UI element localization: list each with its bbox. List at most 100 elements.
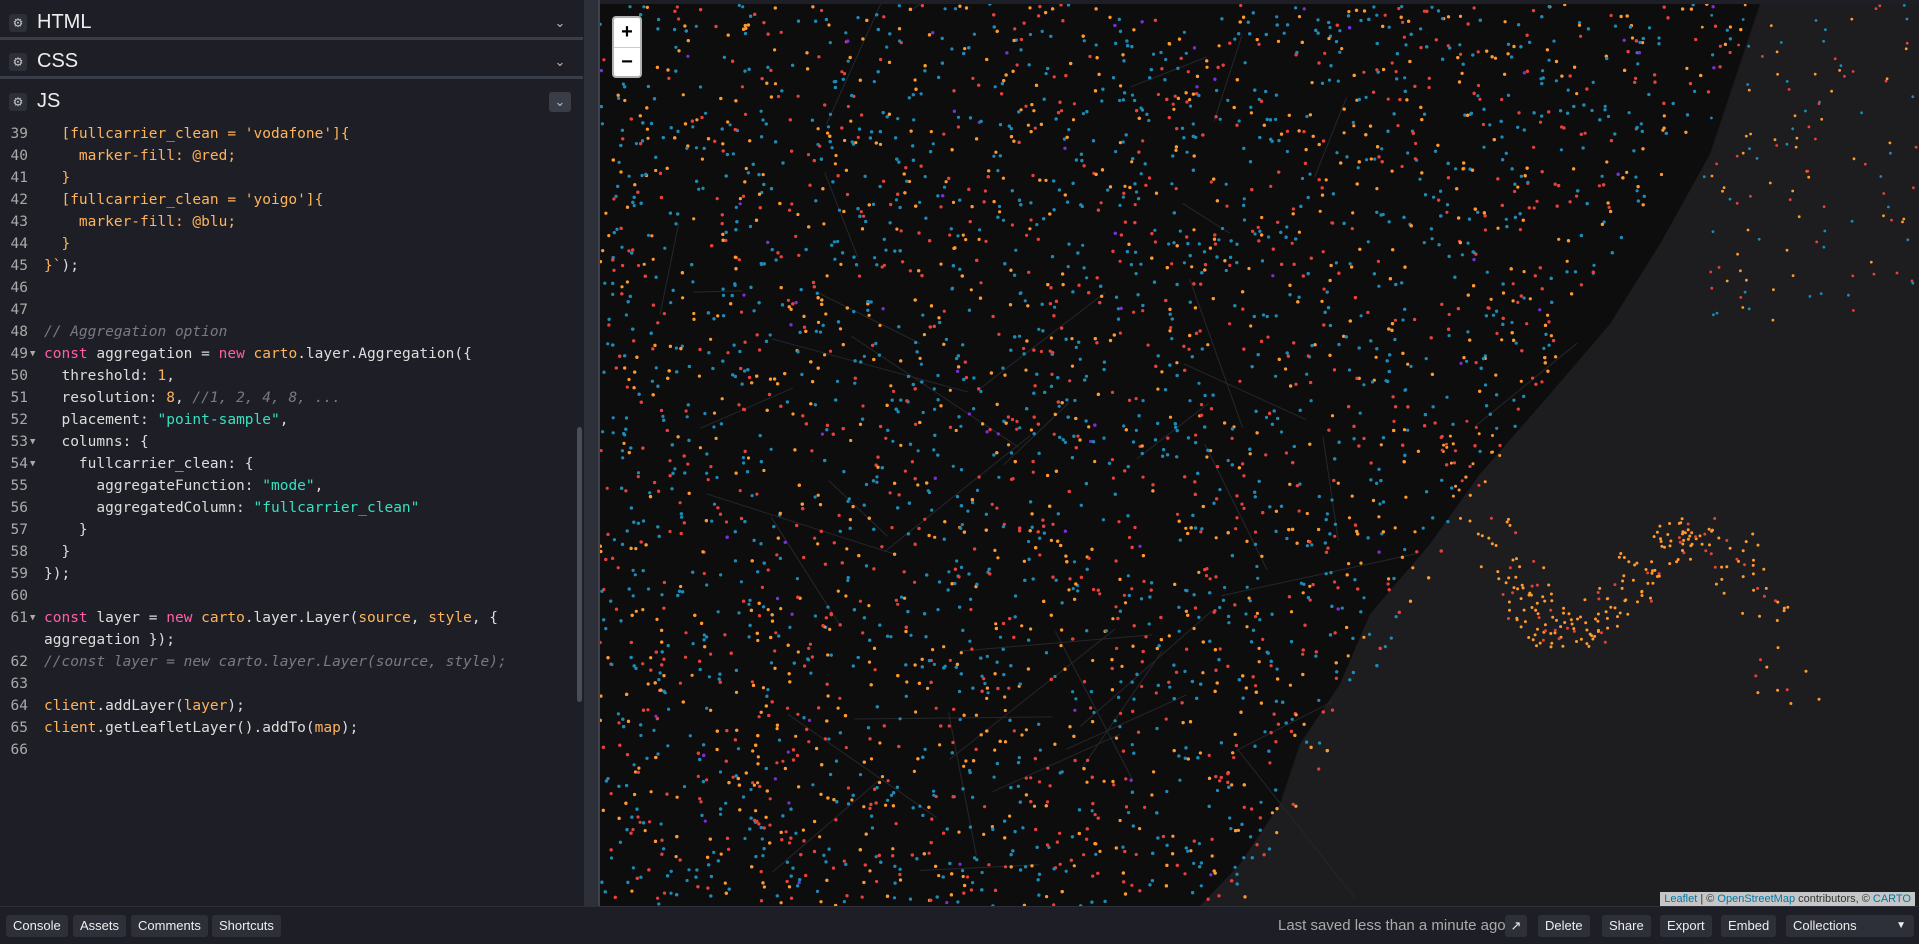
map-dot [1135,853,1138,856]
map-dot [1440,479,1443,482]
resize-handle[interactable] [584,0,600,906]
map-dot [1053,743,1056,746]
code-line[interactable]: 64client.addLayer(layer); [0,695,576,717]
fold-arrow-icon[interactable]: ▼ [30,607,35,629]
code-line[interactable]: 55 aggregateFunction: "mode", [0,475,576,497]
map-dot [1050,385,1053,388]
map-dot [1233,304,1236,307]
map-dot [660,839,663,842]
gear-icon[interactable]: ⚙ [9,93,27,111]
map-dot [1294,805,1297,808]
map-dot [1285,225,1288,228]
map-dot [1216,681,1219,684]
map-dot [1401,21,1404,24]
code-line[interactable]: 53▼ columns: { [0,431,576,453]
code-line[interactable]: 40 marker-fill: @red; [0,145,576,167]
code-line[interactable]: 56 aggregatedColumn: "fullcarrier_clean" [0,497,576,519]
map-dot [1122,192,1125,195]
code-line[interactable]: 63 [0,673,576,695]
gear-icon[interactable]: ⚙ [9,14,27,32]
chevron-down-icon[interactable]: ⌄ [549,52,571,72]
map-dot [838,209,841,212]
map-dot [1230,239,1233,242]
map-dot [936,374,939,377]
map-dot [843,139,846,142]
code-line[interactable]: 60 [0,585,576,607]
map-dot [964,759,967,762]
map-dot [1073,864,1076,867]
code-line[interactable]: 51 resolution: 8, //1, 2, 4, 8, ... [0,387,576,409]
code-line[interactable]: 42 [fullcarrier_clean = 'yoigo']{ [0,189,576,211]
map-dot [1237,829,1240,832]
code-line[interactable]: 44 } [0,233,576,255]
code-line[interactable]: 52 placement: "point-sample", [0,409,576,431]
fold-arrow-icon[interactable]: ▼ [30,453,35,475]
code-line[interactable]: 59}); [0,563,576,585]
code-line[interactable]: 65client.getLeafletLayer().addTo(map); [0,717,576,739]
chevron-down-icon[interactable]: ⌄ [549,13,571,33]
code-line[interactable]: 49▼const aggregation = new carto.layer.A… [0,343,576,365]
code-line[interactable]: 58 } [0,541,576,563]
map-dot [840,126,843,129]
map-dot [1020,624,1023,627]
gear-icon[interactable]: ⚙ [9,53,27,71]
js-panel-header[interactable]: ⚙ JS ⌄ [0,85,583,119]
map-dot [955,666,958,669]
code-line[interactable]: aggregation }); [0,629,576,651]
map-dot [756,639,759,642]
map-dot [1452,442,1455,445]
chevron-down-icon[interactable]: ⌄ [549,92,571,112]
code-line[interactable]: 45}`); [0,255,576,277]
html-panel-header[interactable]: ⚙ HTML ⌄ [0,6,583,40]
map-dot [1729,51,1732,54]
code-text: [fullcarrier_clean = 'vodafone']{ [44,123,350,145]
map-dot [1314,655,1317,658]
map-dot [1115,647,1118,650]
map-dot [1082,853,1085,856]
css-panel-header[interactable]: ⚙ CSS ⌄ [0,45,583,79]
map-dot [1739,28,1742,31]
code-line[interactable]: 43 marker-fill: @blu; [0,211,576,233]
map-canvas[interactable] [600,4,1919,906]
fold-arrow-icon[interactable]: ▼ [30,431,35,453]
map-dot [844,31,847,34]
map-dot [1256,431,1259,434]
map-dot [1156,388,1159,391]
map-dot [624,489,627,492]
code-line[interactable]: 46 [0,277,576,299]
code-line[interactable]: 47 [0,299,576,321]
map-dot [1123,850,1126,853]
editor-scrollbar-thumb[interactable] [577,427,582,702]
map-dot [899,878,902,881]
code-line[interactable]: 39 [fullcarrier_clean = 'vodafone']{ [0,123,576,145]
map-dot [1124,777,1127,780]
map-dot [1076,589,1079,592]
map-dot [1050,539,1053,542]
map-dot [1148,76,1151,79]
fold-arrow-icon[interactable]: ▼ [30,343,35,365]
map-dot [1567,89,1570,92]
map-dot [729,123,732,126]
js-code-editor[interactable]: 39 [fullcarrier_clean = 'vodafone']{40 m… [0,123,576,906]
map-dot [909,269,912,272]
map-view[interactable]: + − Leaflet | © OpenStreetMap contributo… [600,4,1919,906]
line-number: 52 [0,409,28,431]
map-dot [646,6,649,9]
map-dot [661,415,664,418]
code-line[interactable]: 61▼const layer = new carto.layer.Layer(s… [0,607,576,629]
map-dot [720,422,723,425]
map-dot [1122,424,1125,427]
code-text: const layer = new carto.layer.Layer(sour… [44,607,498,629]
map-dot [1038,179,1041,182]
code-line[interactable]: 50 threshold: 1, [0,365,576,387]
map-dot [726,351,729,354]
map-dot [1059,863,1062,866]
code-line[interactable]: 54▼ fullcarrier_clean: { [0,453,576,475]
code-line[interactable]: 57 } [0,519,576,541]
map-dot [637,264,640,267]
map-dot [603,282,606,285]
code-line[interactable]: 41 } [0,167,576,189]
code-line[interactable]: 62//const layer = new carto.layer.Layer(… [0,651,576,673]
code-line[interactable]: 48// Aggregation option [0,321,576,343]
code-line[interactable]: 66 [0,739,576,761]
